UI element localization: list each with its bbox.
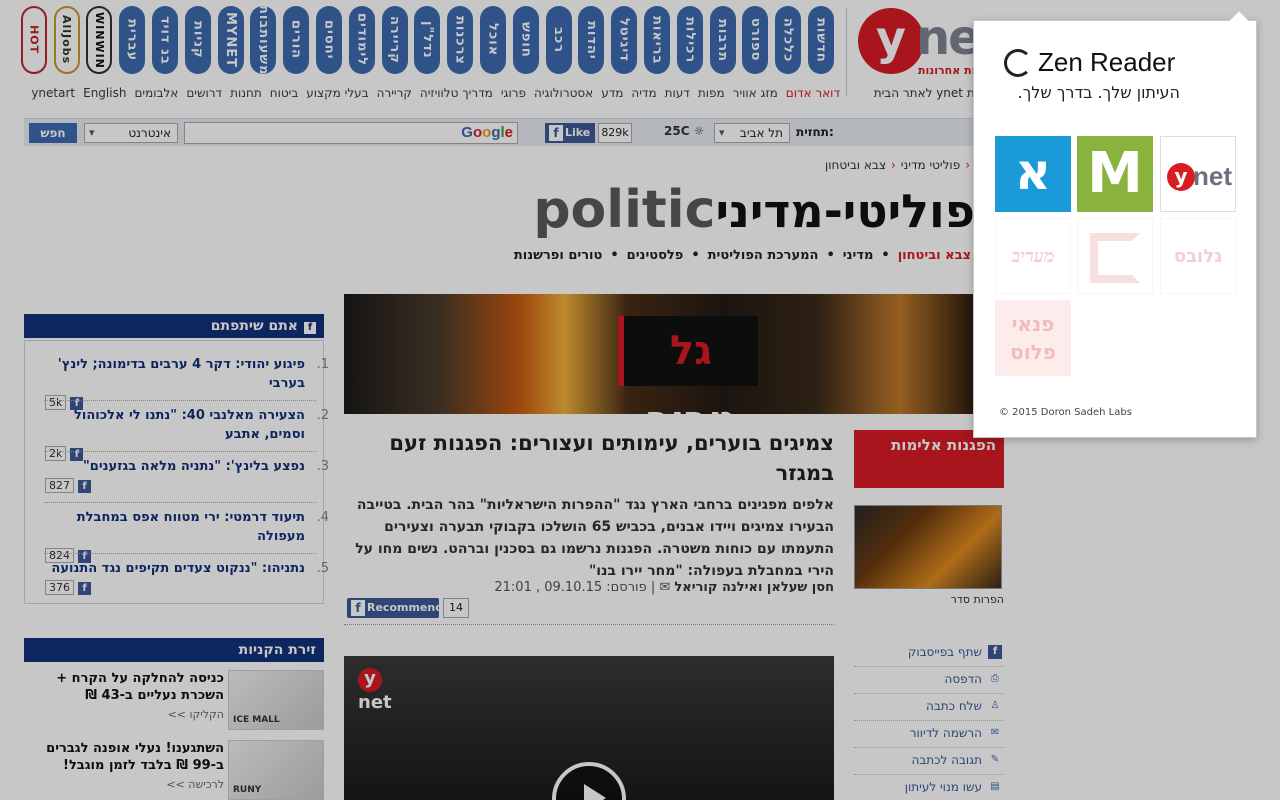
ynet-tile-circle: y bbox=[1167, 163, 1195, 191]
copyright: © 2015 Doron Sadeh Labs bbox=[999, 407, 1132, 418]
calcalist-logo bbox=[1090, 233, 1140, 283]
site-tile-maariv[interactable]: מעריב bbox=[995, 218, 1071, 294]
site-tile-ynet[interactable]: y net bbox=[1160, 136, 1236, 212]
zen-logo-icon bbox=[1004, 49, 1032, 77]
zen-reader-popup: Zen Reader העיתון שלך. בדרך שלך. y net M… bbox=[973, 10, 1257, 438]
zen-tagline: העיתון שלך. בדרך שלך. bbox=[1017, 83, 1180, 102]
site-tile-panai-plus[interactable]: פנאי פלוס bbox=[995, 300, 1071, 376]
site-tile-haaretz[interactable]: א bbox=[995, 136, 1071, 212]
site-tile-globes[interactable]: גלובס bbox=[1160, 218, 1236, 294]
zen-title: Zen Reader bbox=[1038, 47, 1176, 77]
site-tile-mako[interactable]: M bbox=[1077, 136, 1153, 212]
ynet-tile-text: net bbox=[1193, 161, 1232, 191]
site-tile-calcalist[interactable] bbox=[1077, 218, 1153, 294]
